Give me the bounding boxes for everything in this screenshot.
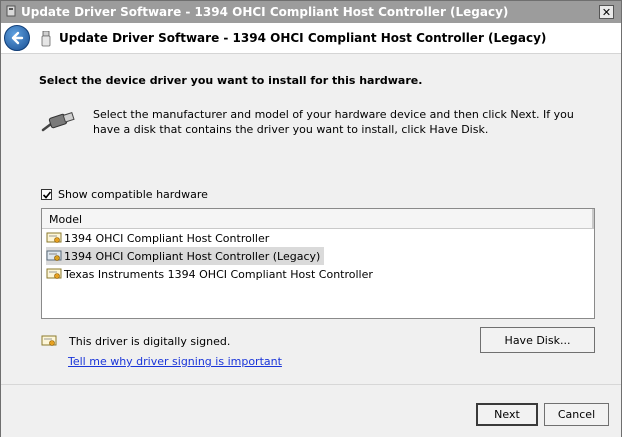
certificate-icon — [41, 335, 57, 346]
show-compatible-checkbox[interactable] — [41, 189, 52, 200]
signed-status-text: This driver is digitally signed. — [69, 334, 231, 348]
instruction-heading: Select the device driver you want to ins… — [39, 74, 423, 87]
certificate-icon — [46, 268, 62, 279]
title-bar[interactable]: Update Driver Software - 1394 OHCI Compl… — [1, 1, 621, 23]
checkmark-icon — [42, 191, 52, 199]
wizard-content: Select the device driver you want to ins… — [1, 54, 621, 384]
next-button[interactable]: Next — [476, 403, 538, 426]
have-disk-button[interactable]: Have Disk... — [480, 327, 595, 353]
cancel-button[interactable]: Cancel — [544, 403, 609, 426]
model-listbox[interactable]: Model 1394 OHCI Compliant Host Controlle… — [41, 208, 595, 319]
show-compatible-label: Show compatible hardware — [58, 188, 208, 201]
list-item[interactable]: Texas Instruments 1394 OHCI Compliant Ho… — [46, 265, 377, 283]
list-item-label: Texas Instruments 1394 OHCI Compliant Ho… — [64, 267, 373, 281]
column-divider — [592, 209, 594, 228]
list-column-header[interactable]: Model — [42, 209, 594, 229]
driver-signing-link[interactable]: Tell me why driver signing is important — [68, 355, 282, 368]
column-header-model: Model — [49, 213, 83, 226]
back-button[interactable] — [4, 25, 30, 51]
list-item-label: 1394 OHCI Compliant Host Controller — [64, 231, 270, 245]
wizard-footer: Next Cancel — [1, 384, 621, 437]
back-arrow-icon — [11, 31, 24, 45]
list-item[interactable]: 1394 OHCI Compliant Host Controller — [46, 229, 273, 247]
dialog-window: Update Driver Software - 1394 OHCI Compl… — [0, 0, 622, 437]
window-title: Update Driver Software - 1394 OHCI Compl… — [21, 5, 509, 19]
close-button[interactable]: ✕ — [599, 5, 614, 19]
show-compatible-checkbox-row[interactable]: Show compatible hardware — [41, 188, 208, 201]
list-item[interactable]: 1394 OHCI Compliant Host Controller (Leg… — [46, 247, 325, 265]
certificate-icon — [46, 250, 62, 261]
close-icon: ✕ — [601, 5, 612, 19]
usb-plug-icon — [41, 111, 75, 132]
description-text: Select the manufacturer and model of you… — [93, 108, 574, 136]
device-icon — [6, 5, 16, 17]
list-item-label: 1394 OHCI Compliant Host Controller (Leg… — [64, 249, 321, 263]
usb-device-icon — [41, 31, 51, 47]
certificate-icon — [46, 232, 62, 243]
signed-status-row: This driver is digitally signed. — [41, 334, 230, 348]
wizard-header: Update Driver Software - 1394 OHCI Compl… — [1, 23, 621, 54]
page-title: Update Driver Software - 1394 OHCI Compl… — [59, 31, 547, 45]
